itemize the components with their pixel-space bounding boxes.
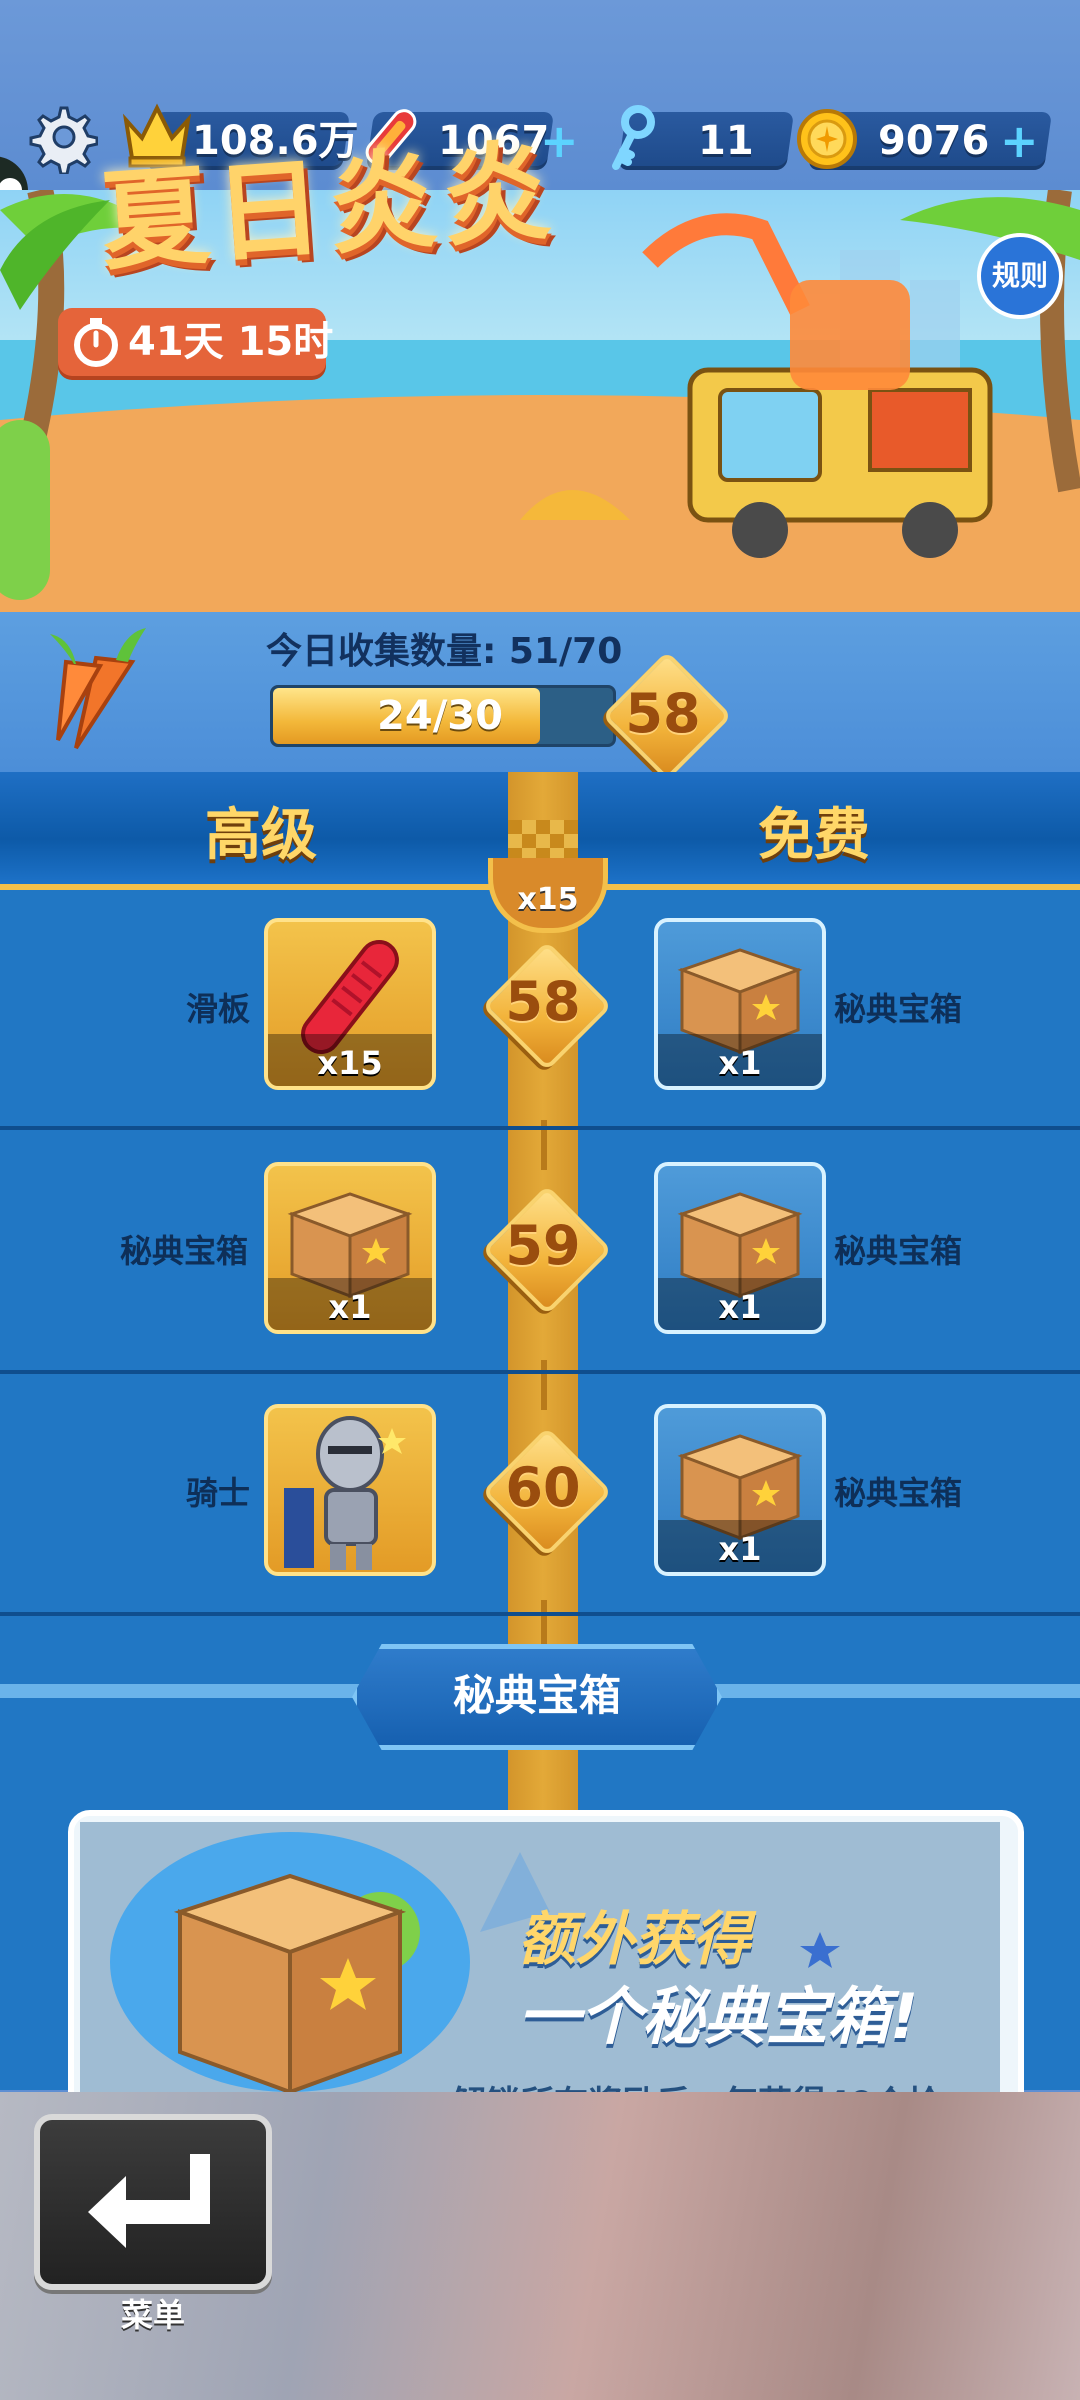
section-title: 秘典宝箱	[452, 1671, 621, 1720]
reward-count: x15	[317, 1044, 383, 1082]
premium-tier-title: 高级	[205, 803, 317, 868]
coin-icon	[796, 108, 858, 170]
settings-gear-icon[interactable]	[24, 100, 99, 176]
free-reward-card[interactable]: x1	[654, 1162, 826, 1334]
reward-count: x1	[718, 1044, 762, 1082]
free-reward-card[interactable]: x1	[654, 1404, 826, 1576]
row-divider	[0, 1612, 1080, 1616]
reward-count: x1	[718, 1530, 762, 1568]
premium-reward-card[interactable]: x1	[264, 1162, 436, 1334]
menu-button[interactable]	[34, 2114, 272, 2290]
level-number: 60	[505, 1456, 581, 1519]
row-divider	[0, 1370, 1080, 1374]
free-reward-name: 秘典宝箱	[834, 1474, 963, 1512]
premium-reward-name: 骑士	[186, 1474, 251, 1512]
reward-count: x1	[328, 1288, 372, 1326]
row-divider	[0, 1126, 1080, 1130]
level-number: 59	[505, 1214, 581, 1277]
premium-reward-name: 秘典宝箱	[120, 1232, 249, 1270]
add-coins-button[interactable]: +	[1000, 118, 1039, 164]
carrot-icon	[36, 622, 166, 752]
daily-collect-label: 今日收集数量: 51/70	[266, 631, 623, 672]
knight-character-icon	[284, 1416, 406, 1570]
menu-label: 菜单	[120, 2296, 185, 2334]
event-title: 夏日炎炎	[96, 129, 561, 286]
promo-headline-2: 一个秘典宝箱!	[518, 1980, 919, 2053]
premium-reward-card[interactable]: x15	[264, 918, 436, 1090]
event-timer-text: 41天 15时	[128, 319, 334, 365]
free-reward-name: 秘典宝箱	[834, 1232, 963, 1270]
stopwatch-icon	[70, 316, 122, 368]
rules-button[interactable]: 规则	[977, 233, 1063, 319]
reward-count: x1	[718, 1288, 762, 1326]
keys-value: 11	[698, 118, 754, 164]
current-level-number: 58	[625, 682, 701, 745]
key-icon	[604, 104, 660, 172]
level-progress-text: 24/30	[377, 693, 503, 739]
premium-reward-card[interactable]	[264, 1404, 436, 1576]
premium-reward-name: 滑板	[186, 990, 251, 1028]
promo-headline-1: 额外获得	[518, 1905, 751, 1973]
free-reward-card[interactable]: x1	[654, 918, 826, 1090]
free-tier-title: 免费	[758, 803, 870, 868]
coins-value: 9076	[878, 118, 990, 164]
level-number: 58	[505, 970, 581, 1033]
return-arrow-icon	[88, 2154, 210, 2248]
free-reward-name: 秘典宝箱	[834, 990, 963, 1028]
road-marker-count: x15	[517, 882, 579, 917]
